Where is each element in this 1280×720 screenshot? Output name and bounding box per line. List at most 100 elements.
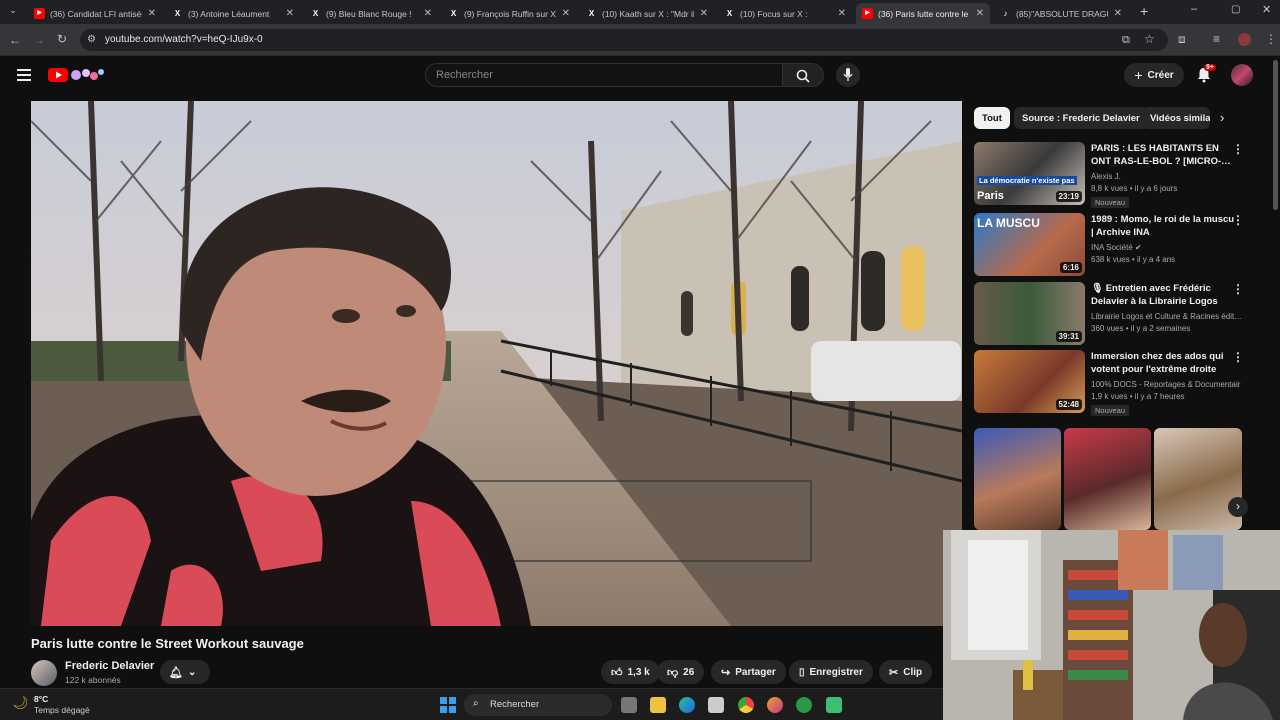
close-window-button[interactable]: ✕ bbox=[1262, 3, 1271, 16]
video-thumbnail[interactable]: La démocratie n'existe pas Paris 23:19 bbox=[974, 142, 1085, 205]
recommendation-item[interactable]: La démocratie n'existe pas Paris 23:19 P… bbox=[974, 142, 1264, 208]
account-avatar[interactable] bbox=[1231, 64, 1253, 86]
save-button[interactable]: ▯ Enregistrer bbox=[789, 660, 873, 684]
address-bar[interactable]: ⚙ youtube.com/watch?v=heQ-IJu9x-0 ⧉ ☆ bbox=[80, 29, 1168, 51]
verified-icon: ✔ bbox=[1135, 243, 1142, 252]
channel-avatar[interactable] bbox=[31, 660, 57, 686]
more-actions-icon[interactable]: ⋮ bbox=[1232, 351, 1244, 363]
guide-menu-icon[interactable] bbox=[17, 68, 31, 81]
xbox-icon[interactable] bbox=[796, 697, 812, 713]
search-button[interactable] bbox=[783, 63, 824, 87]
reload-icon[interactable]: ↻ bbox=[57, 33, 67, 45]
video-thumbnail[interactable]: LA MUSCU 6:16 bbox=[974, 213, 1085, 276]
short-thumbnail[interactable] bbox=[1064, 428, 1151, 530]
weather-icon[interactable]: 🌙︎ bbox=[12, 695, 29, 711]
page-scrollbar[interactable] bbox=[1273, 60, 1278, 210]
forward-icon[interactable]: → bbox=[33, 34, 45, 46]
chip-source[interactable]: Source : Frederic Delavier bbox=[1014, 107, 1148, 129]
windows-icon bbox=[440, 697, 456, 713]
create-button[interactable]: + Créer bbox=[1124, 63, 1184, 87]
chevron-right-icon[interactable]: › bbox=[1220, 110, 1224, 125]
close-tab-icon[interactable]: ✕ bbox=[700, 8, 708, 19]
tab-title: (10) Kaath sur X : "Mdr il y bbox=[602, 8, 694, 19]
dislike-button[interactable]: 👎︎ 26 bbox=[657, 660, 705, 684]
taskbar-search[interactable]: ⌕ Rechercher bbox=[464, 694, 612, 716]
recommendation-item[interactable]: 39:31 🎙 Entretien avec Frédéric Delavier… bbox=[974, 282, 1264, 348]
task-view-icon[interactable] bbox=[621, 697, 637, 713]
video-thumbnail[interactable]: 52:48 bbox=[974, 350, 1085, 413]
recommendation-channel[interactable]: Alexis J. bbox=[1091, 172, 1241, 181]
browser-tab[interactable]: X (9) Bleu Blanc Rouge ! ✕ bbox=[304, 3, 438, 24]
browser-tab[interactable]: X (10) Kaath sur X : "Mdr il y ✕ bbox=[580, 3, 714, 24]
close-tab-icon[interactable]: ✕ bbox=[976, 8, 984, 19]
chip-similar[interactable]: Vidéos simila bbox=[1142, 107, 1210, 129]
recommendation-title[interactable]: 1989 : Momo, le roi de la muscu | Archiv… bbox=[1091, 213, 1235, 239]
more-actions-icon[interactable]: ⋮ bbox=[1232, 143, 1244, 155]
extensions-icon[interactable]: ⧈ bbox=[1178, 33, 1186, 45]
close-tab-icon[interactable]: ✕ bbox=[562, 8, 570, 19]
close-tab-icon[interactable]: ✕ bbox=[1114, 8, 1122, 19]
dislike-count: 26 bbox=[683, 666, 695, 678]
close-tab-icon[interactable]: ✕ bbox=[148, 8, 156, 19]
short-thumbnail[interactable] bbox=[974, 428, 1061, 530]
browser-menu-icon[interactable]: ⋮ bbox=[1265, 33, 1277, 45]
share-button[interactable]: ↪ Partager bbox=[711, 660, 786, 684]
bookmark-star-icon[interactable]: ☆ bbox=[1144, 33, 1155, 45]
recommendation-item[interactable]: 52:48 Immersion chez des ados qui votent… bbox=[974, 350, 1264, 416]
browser-tab[interactable]: X (10) Focus sur X : ✕ bbox=[718, 3, 852, 24]
thumbnail-caption: LA MUSCU bbox=[977, 216, 1040, 230]
recommendation-channel[interactable]: Librairie Logos et Culture & Racines édi… bbox=[1091, 312, 1241, 321]
more-actions-icon[interactable]: ⋮ bbox=[1232, 214, 1244, 226]
store-icon[interactable] bbox=[708, 697, 724, 713]
weather-desc[interactable]: Temps dégagé bbox=[34, 705, 90, 715]
back-icon[interactable]: ← bbox=[9, 34, 21, 46]
subscription-bell-button[interactable]: 🔔︎ ⌄ bbox=[160, 660, 210, 684]
video-player[interactable] bbox=[31, 101, 962, 626]
shelf-next-button[interactable]: › bbox=[1228, 497, 1248, 517]
app-icon[interactable] bbox=[826, 697, 842, 713]
firefox-icon[interactable] bbox=[767, 697, 783, 713]
like-button[interactable]: 👍︎ 1,3 k bbox=[601, 660, 660, 684]
close-tab-icon[interactable]: ✕ bbox=[286, 8, 294, 19]
recommendation-channel[interactable]: INA Société ✔ bbox=[1091, 243, 1241, 252]
clip-button[interactable]: ✂ Clip bbox=[879, 660, 933, 684]
recommendation-title[interactable]: 🎙 Entretien avec Frédéric Delavier à la … bbox=[1091, 282, 1235, 308]
video-thumbnail[interactable]: 39:31 bbox=[974, 282, 1085, 345]
browser-tab[interactable]: ▶ (36) Paris lutte contre le S ✕ bbox=[856, 3, 990, 24]
recommendation-title[interactable]: Immersion chez des ados qui votent pour … bbox=[1091, 350, 1235, 376]
close-tab-icon[interactable]: ✕ bbox=[424, 8, 432, 19]
browser-tab[interactable]: ▶ (36) Candidat LFI antisém ✕ bbox=[28, 3, 162, 24]
close-tab-icon[interactable]: ✕ bbox=[838, 8, 846, 19]
cast-icon[interactable]: ⧉ bbox=[1122, 34, 1130, 46]
recommendation-channel[interactable]: 100% DOCS - Reportages & Documentair… bbox=[1091, 380, 1241, 389]
edge-icon[interactable] bbox=[679, 697, 695, 713]
channel-name[interactable]: Frederic Delavier bbox=[65, 660, 154, 672]
file-explorer-icon[interactable] bbox=[650, 697, 666, 713]
short-thumbnail[interactable] bbox=[1154, 428, 1242, 530]
recommendation-item[interactable]: LA MUSCU 6:16 1989 : Momo, le roi de la … bbox=[974, 213, 1264, 279]
x-icon: X bbox=[312, 9, 319, 18]
weather-temp[interactable]: 8°C bbox=[34, 694, 48, 704]
new-tab-button[interactable]: + bbox=[1140, 3, 1148, 19]
notifications-button[interactable]: 9+ bbox=[1196, 64, 1216, 85]
browser-tab[interactable]: X (3) Antoine Léaument ✕ bbox=[166, 3, 300, 24]
youtube-logo[interactable] bbox=[48, 65, 108, 85]
chip-all[interactable]: Tout bbox=[974, 107, 1010, 129]
voice-search-button[interactable] bbox=[836, 63, 860, 87]
recommendation-meta: 360 vues • il y a 2 semaines bbox=[1091, 324, 1191, 333]
chrome-icon[interactable] bbox=[738, 697, 754, 713]
recommendation-title[interactable]: PARIS : LES HABITANTS EN ONT RAS-LE-BOL … bbox=[1091, 142, 1235, 168]
more-actions-icon[interactable]: ⋮ bbox=[1232, 283, 1244, 295]
profile-avatar-icon[interactable] bbox=[1238, 33, 1251, 46]
start-button[interactable] bbox=[440, 697, 456, 713]
search-input[interactable]: Rechercher bbox=[425, 63, 783, 87]
maximize-button[interactable]: ▢ bbox=[1231, 4, 1240, 15]
tab-search-button[interactable]: ⌄ bbox=[6, 5, 20, 19]
video-frame bbox=[31, 101, 962, 626]
browser-tab[interactable]: ♪ (85)"ABSOLUTE DRAGUE ✕ bbox=[994, 3, 1128, 24]
media-controls-icon[interactable]: ≡ bbox=[1213, 33, 1220, 45]
site-info-icon[interactable]: ⚙ bbox=[87, 34, 96, 46]
url-text[interactable]: youtube.com/watch?v=heQ-IJu9x-0 bbox=[105, 34, 263, 45]
minimize-button[interactable]: – bbox=[1191, 3, 1197, 15]
browser-tab[interactable]: X (9) François Ruffin sur X ✕ bbox=[442, 3, 576, 24]
